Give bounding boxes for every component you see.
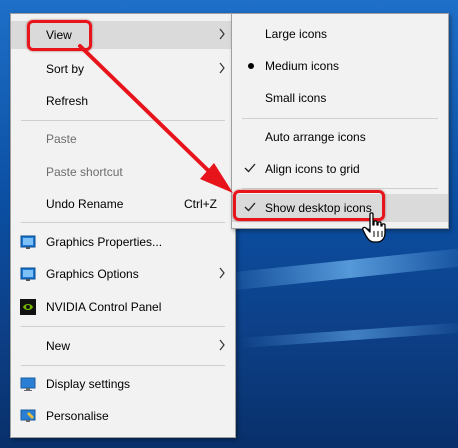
menu-item-label: Refresh: [46, 94, 89, 108]
menu-item-paste: Paste: [11, 125, 235, 153]
menu-separator: [21, 326, 225, 327]
menu-item-label: Graphics Properties...: [46, 235, 163, 249]
chevron-right-icon: [219, 62, 225, 74]
selected-bullet-icon: [248, 63, 254, 69]
menu-item-nvidia-control-panel[interactable]: NVIDIA Control Panel: [11, 293, 235, 321]
submenu-item-medium-icons[interactable]: Medium icons: [232, 52, 448, 80]
menu-item-graphics-options[interactable]: Graphics Options: [11, 260, 235, 288]
menu-separator: [21, 120, 225, 121]
menu-item-label: NVIDIA Control Panel: [46, 300, 162, 314]
submenu-item-label: Small icons: [265, 91, 327, 105]
menu-item-refresh[interactable]: Refresh: [11, 87, 235, 115]
checkmark-icon: [244, 163, 256, 173]
shortcut-label: Ctrl+Z: [184, 197, 217, 211]
menu-item-label: Sort by: [46, 62, 85, 76]
chevron-right-icon: [219, 267, 225, 279]
menu-item-undo-rename[interactable]: Undo Rename Ctrl+Z: [11, 190, 235, 218]
submenu-item-label: Auto arrange icons: [265, 130, 366, 144]
menu-item-label: Undo Rename: [46, 197, 124, 211]
menu-separator: [242, 118, 438, 119]
menu-item-label: Display settings: [46, 377, 131, 391]
menu-item-paste-shortcut: Paste shortcut: [11, 158, 235, 186]
submenu-item-label: Large icons: [265, 27, 328, 41]
menu-separator: [242, 188, 438, 189]
menu-item-label: New: [46, 339, 71, 353]
menu-item-personalise[interactable]: Personalise: [11, 402, 235, 430]
personalise-icon: [20, 409, 36, 422]
submenu-item-label: Align icons to grid: [265, 162, 360, 176]
intel-graphics-icon: [20, 235, 36, 249]
submenu-item-label: Medium icons: [265, 59, 340, 73]
submenu-item-auto-arrange-icons[interactable]: Auto arrange icons: [232, 123, 448, 151]
nvidia-icon: [20, 299, 36, 315]
submenu-item-align-icons-to-grid[interactable]: Align icons to grid: [232, 155, 448, 183]
menu-item-label: Graphics Options: [46, 267, 139, 281]
wallpaper-light-streak: [219, 246, 458, 292]
menu-separator: [21, 222, 225, 223]
hand-cursor-icon: [362, 212, 386, 243]
menu-item-label: Paste: [46, 132, 77, 146]
chevron-right-icon: [219, 28, 225, 40]
submenu-item-large-icons[interactable]: Large icons: [232, 20, 448, 48]
wallpaper-light-streak: [239, 321, 458, 349]
menu-item-label: Paste shortcut: [46, 165, 123, 179]
menu-item-label: Personalise: [46, 409, 109, 423]
menu-item-sort-by[interactable]: Sort by: [11, 55, 235, 83]
display-icon: [20, 377, 36, 391]
menu-item-graphics-properties[interactable]: Graphics Properties...: [11, 228, 235, 256]
menu-separator: [21, 365, 225, 366]
chevron-right-icon: [219, 339, 225, 351]
view-highlight-box: [27, 20, 92, 51]
intel-graphics-icon: [20, 267, 36, 281]
menu-item-new[interactable]: New: [11, 332, 235, 360]
desktop-context-menu: View Sort by Refresh Paste Paste shortcu…: [10, 13, 236, 438]
menu-item-display-settings[interactable]: Display settings: [11, 370, 235, 398]
submenu-item-small-icons[interactable]: Small icons: [232, 84, 448, 112]
